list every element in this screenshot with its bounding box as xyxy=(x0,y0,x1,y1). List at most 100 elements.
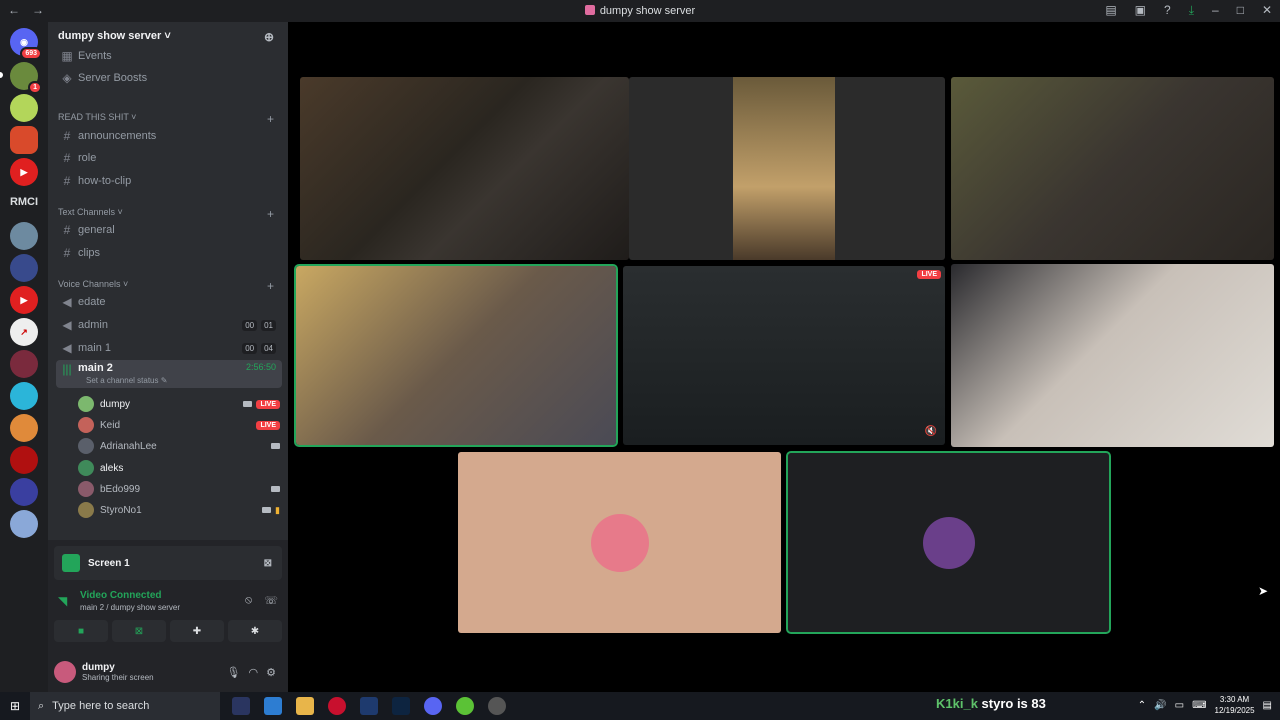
video-tile-camera[interactable] xyxy=(629,77,945,260)
inbox-icon[interactable]: ▣ xyxy=(1135,3,1146,18)
server-icon-11[interactable] xyxy=(10,414,38,442)
user-controls: 🎙 ◠ ⚙ xyxy=(227,666,276,679)
activities-button[interactable]: ✚ xyxy=(170,620,224,642)
activity-icon: ▮ xyxy=(275,504,280,515)
server-icon-12[interactable] xyxy=(10,446,38,474)
video-tile-stream[interactable] xyxy=(300,77,629,260)
avatar[interactable] xyxy=(54,661,76,683)
add-channel-icon[interactable]: + xyxy=(267,207,274,221)
settings-gear-icon[interactable]: ⚙ xyxy=(266,666,276,679)
voice-member[interactable]: dumpy LIVE xyxy=(78,394,280,414)
ticker-nick: K1ki_k xyxy=(936,696,978,711)
server-icon-13[interactable] xyxy=(10,478,38,506)
ticker-text: styro is 83 xyxy=(981,696,1046,711)
avatar-tile-2[interactable] xyxy=(786,451,1111,634)
clock[interactable]: 3:30 AM 12/19/2025 xyxy=(1215,694,1255,716)
server-icon-14[interactable] xyxy=(10,510,38,538)
channel-clips[interactable]: # clips xyxy=(56,243,282,263)
noise-suppression-icon[interactable]: ⦸ xyxy=(245,594,252,607)
server-label-rmci[interactable]: RMCI xyxy=(0,196,48,208)
minimize-icon[interactable]: – xyxy=(1212,3,1219,18)
app-icon-green[interactable] xyxy=(456,697,474,715)
vegas-icon[interactable] xyxy=(360,697,378,715)
server-icon-youtube-2[interactable]: ▶ xyxy=(10,286,38,314)
voice-member[interactable]: bEdo999 xyxy=(78,479,280,499)
voice-member[interactable]: Keid LIVE xyxy=(78,415,280,435)
channel-label: admin xyxy=(78,319,108,331)
voice-actions: ■ ⊠ ✚ ✱ xyxy=(54,620,282,642)
video-tile-game-stream[interactable]: LIVE 🔇 xyxy=(623,266,945,445)
disconnect-icon[interactable]: ☏ xyxy=(264,594,278,607)
window-title: dumpy show server xyxy=(0,5,1280,17)
channel-announcements[interactable]: # announcements xyxy=(56,126,282,146)
server-icon-youtube[interactable]: ▶ xyxy=(10,158,38,186)
voice-channel-admin[interactable]: ◀ admin 00 01 xyxy=(56,315,282,335)
server-icon-2[interactable] xyxy=(10,94,38,122)
maximize-icon[interactable]: □ xyxy=(1237,3,1244,18)
category-voice[interactable]: Voice Channels ˅ + xyxy=(58,279,278,293)
server-icon-1[interactable]: 1 xyxy=(10,62,42,94)
windows-start-icon[interactable]: ⊞ xyxy=(0,699,30,713)
voice-channel-main-1[interactable]: ◀ main 1 00 04 xyxy=(56,338,282,358)
signal-icon[interactable]: ◥ xyxy=(58,594,67,608)
video-tile-webcam-2[interactable] xyxy=(951,264,1274,447)
notifications-icon[interactable]: ▤ xyxy=(1263,700,1272,711)
help-icon[interactable]: ? xyxy=(1164,3,1171,18)
voice-member[interactable]: aleks xyxy=(78,458,280,478)
avatar-tile-1[interactable] xyxy=(458,452,781,633)
events-link[interactable]: ▦ Events xyxy=(56,46,282,66)
user-limit: 00 01 xyxy=(242,319,276,331)
category-text[interactable]: Text Channels ˅ + xyxy=(58,207,278,221)
server-icon-5[interactable] xyxy=(10,222,38,250)
voice-member[interactable]: AdrianahLee xyxy=(78,436,280,456)
server-icon xyxy=(584,5,595,15)
category-read[interactable]: READ THIS SHIT ˅ + xyxy=(58,112,278,126)
language-icon[interactable]: ⌨ xyxy=(1192,700,1206,711)
muted-speaker-icon[interactable]: 🔇 xyxy=(925,426,937,437)
video-tile-webcam[interactable] xyxy=(951,77,1274,260)
soundboard-button[interactable]: ✱ xyxy=(228,620,282,642)
download-icon[interactable]: ⤓ xyxy=(1189,3,1194,18)
voice-member[interactable]: StyroNo1 ▮ xyxy=(78,500,280,520)
microphone-icon[interactable]: 🎙 xyxy=(227,666,241,679)
file-explorer-icon[interactable] xyxy=(296,697,314,715)
channel-general[interactable]: # general xyxy=(56,220,282,240)
add-channel-icon[interactable]: + xyxy=(267,112,274,126)
photoshop-icon[interactable] xyxy=(392,697,410,715)
server-icon-3[interactable] xyxy=(10,126,38,154)
server-icon-10[interactable] xyxy=(10,382,38,410)
volume-icon[interactable]: 🔊 xyxy=(1154,700,1166,711)
taskbar-search[interactable]: ⌕ Type here to search xyxy=(30,692,220,720)
add-channel-icon[interactable]: + xyxy=(267,279,274,293)
add-member-icon[interactable]: ⊕ xyxy=(264,30,274,44)
video-frame xyxy=(733,77,835,260)
channel-how-to-clip[interactable]: # how-to-clip xyxy=(56,171,282,191)
channel-role[interactable]: # role xyxy=(56,148,282,168)
search-icon: ⌕ xyxy=(38,699,45,712)
voice-channel-main-2[interactable]: ||| main 2 2:56:50 Set a channel status ✎ xyxy=(56,360,282,388)
opera-icon[interactable] xyxy=(328,697,346,715)
popout-icon[interactable]: ⊠ xyxy=(264,558,272,569)
call-timer: 2:56:50 xyxy=(245,362,276,372)
close-icon[interactable]: ✕ xyxy=(1262,3,1272,18)
server-icon-9[interactable] xyxy=(10,350,38,378)
video-tile-speaking[interactable] xyxy=(294,264,618,447)
camera-button[interactable]: ■ xyxy=(54,620,108,642)
title-bar: ← → dumpy show server ▤ ▣ ? ⤓ – □ ✕ xyxy=(0,0,1280,22)
tray-chevron-icon[interactable]: ⌃ xyxy=(1138,700,1146,711)
server-icon-6[interactable] xyxy=(10,254,38,282)
screen-share-button[interactable]: ⊠ xyxy=(112,620,166,642)
set-channel-status[interactable]: Set a channel status ✎ xyxy=(86,376,167,385)
network-icon[interactable]: ▭ xyxy=(1175,700,1184,711)
headphones-icon[interactable]: ◠ xyxy=(249,666,259,679)
voice-channel-edate[interactable]: ◀ edate xyxy=(56,292,282,312)
app-icon[interactable] xyxy=(264,697,282,715)
server-icon-chart[interactable]: ↗ xyxy=(10,318,38,346)
screen-share-preview[interactable]: Screen 1 ⊠ xyxy=(54,546,282,580)
dm-home-icon[interactable]: ◉ 693 xyxy=(10,28,42,60)
server-boosts-link[interactable]: ◈ Server Boosts xyxy=(56,68,282,88)
obs-icon[interactable] xyxy=(488,697,506,715)
threads-icon[interactable]: ▤ xyxy=(1105,3,1116,18)
task-view-icon[interactable] xyxy=(232,697,250,715)
discord-icon[interactable] xyxy=(424,697,442,715)
